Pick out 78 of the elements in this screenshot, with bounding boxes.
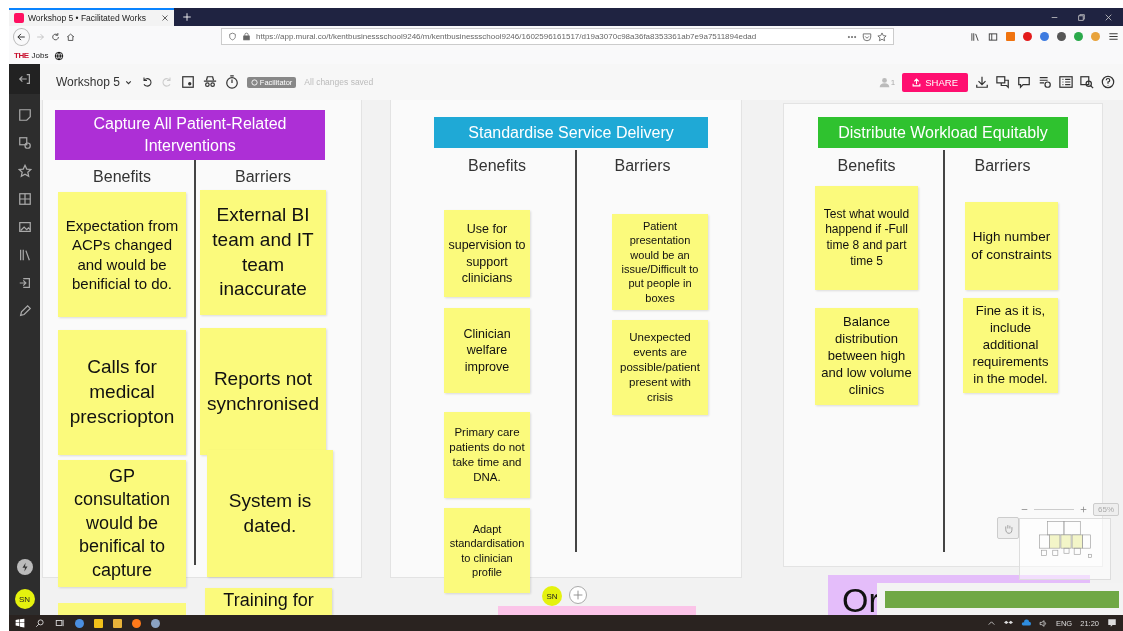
column-label: Benefits: [467, 157, 527, 175]
board-title[interactable]: Workshop 5: [56, 75, 133, 89]
chat-icon[interactable]: [1017, 75, 1031, 89]
comments-icon[interactable]: [996, 75, 1010, 89]
bookmark[interactable]: THE Jobs: [14, 51, 49, 60]
cloud-icon[interactable]: [1020, 618, 1031, 628]
sticky-note[interactable]: Use for supervision to support clinicians: [444, 210, 530, 297]
restore-icon[interactable]: [1077, 12, 1086, 22]
sticky-note[interactable]: External BI team and IT team inaccurate: [200, 190, 326, 315]
outline-icon[interactable]: [1059, 75, 1073, 89]
library-icon[interactable]: [17, 248, 32, 262]
import-icon[interactable]: [17, 276, 32, 290]
minimap-drawing: [1038, 521, 1092, 558]
folder-icon[interactable]: [113, 618, 122, 628]
star-icon[interactable]: [17, 164, 32, 178]
frame-icon[interactable]: [180, 75, 195, 89]
user-avatar[interactable]: SN: [542, 586, 562, 606]
help-icon[interactable]: [1101, 75, 1115, 89]
task-view-icon[interactable]: [55, 618, 65, 628]
timer-icon[interactable]: [224, 75, 239, 89]
globe-icon[interactable]: [54, 50, 65, 61]
pocket-icon[interactable]: [862, 31, 872, 42]
sticky-note[interactable]: Adapt standardisation to clinician profile: [444, 508, 530, 593]
activity-icon[interactable]: [1038, 75, 1052, 89]
sticky-note[interactable]: Clinician welfare improve: [444, 308, 530, 393]
sticky-note[interactable]: Primary care patients do not take time and DNA.: [444, 412, 530, 498]
address-bar[interactable]: https://app.mural.co/t/kentbusinessschool9246/m/kentbusinessschool9246/1602596161517/d19a3070c98a36fa8353361ab7e9a7511894edad: [221, 28, 894, 45]
pen-icon[interactable]: [17, 304, 32, 318]
volume-icon[interactable]: [1038, 618, 1048, 628]
library-icon[interactable]: [970, 31, 980, 42]
sticky-note[interactable]: Unexpected events are possible/patient present with crisis: [612, 320, 708, 415]
browser-tab[interactable]: Workshop 5 • Facilitated Works: [9, 8, 174, 26]
shield-icon[interactable]: [228, 32, 237, 41]
app-icon: [14, 13, 24, 23]
column-label: Barriers: [973, 157, 1032, 175]
search-icon[interactable]: [1080, 75, 1094, 89]
user-avatar[interactable]: SN: [14, 589, 35, 609]
close-icon[interactable]: [161, 14, 169, 22]
column-label: Benefits: [92, 168, 152, 186]
menu-icon[interactable]: [1108, 31, 1119, 42]
column-label: Barriers: [613, 157, 672, 175]
grid-icon[interactable]: [17, 192, 32, 206]
search-icon[interactable]: [35, 618, 45, 628]
circle-icon: [250, 78, 258, 86]
sticky-note[interactable]: System is dated.: [207, 450, 333, 577]
chevron-up-icon[interactable]: [986, 618, 996, 628]
frame-title[interactable]: Capture All Patient-Related Interventions: [55, 110, 325, 160]
sticky-note[interactable]: Reports not synchronised: [200, 328, 326, 455]
exit-icon[interactable]: [17, 72, 32, 86]
sticky-note[interactable]: Calls for medical prescriopton: [58, 330, 186, 455]
app-icon[interactable]: [151, 618, 160, 628]
sticky-note[interactable]: GP consultation would be benifical to capture: [58, 460, 186, 587]
undo-icon[interactable]: [140, 76, 153, 88]
incognito-icon[interactable]: [202, 75, 217, 89]
sticky-note[interactable]: Patient presentation would be an issue/Difficult to put people in boxes: [612, 214, 708, 310]
sticky-note-icon[interactable]: [17, 108, 32, 122]
sticky-note[interactable]: High number of constraints: [965, 202, 1058, 290]
share-button[interactable]: SHARE: [902, 72, 968, 92]
notification-icon[interactable]: [1107, 618, 1117, 628]
sticky-note[interactable]: Training for: [205, 588, 332, 615]
lock-icon[interactable]: [242, 32, 251, 41]
sticky-note[interactable]: Fine as it is, include additional requirements in the model.: [963, 298, 1058, 393]
download-icon[interactable]: [975, 75, 989, 89]
windows-icon[interactable]: [15, 618, 25, 628]
upload-icon[interactable]: [912, 77, 922, 87]
reload-icon[interactable]: [50, 31, 60, 42]
image-icon[interactable]: [17, 220, 32, 234]
browser-icon[interactable]: [132, 618, 141, 628]
column-label: Barriers: [234, 168, 292, 186]
arrow-left-icon[interactable]: [16, 31, 27, 42]
sticky-note[interactable]: Balance distribution between high and low volume clinics: [815, 308, 918, 405]
column-label: Benefits: [836, 157, 897, 175]
sticky-note[interactable]: Test what would happend if -Full time 8 and part time 5: [815, 186, 918, 290]
sticky-note[interactable]: Expectation from ACPs changed and would be benificial to do.: [58, 192, 186, 317]
shapes-icon[interactable]: [17, 136, 32, 150]
sidebar-icon[interactable]: [988, 31, 998, 42]
star-icon[interactable]: [877, 31, 887, 42]
home-icon[interactable]: [65, 31, 75, 42]
